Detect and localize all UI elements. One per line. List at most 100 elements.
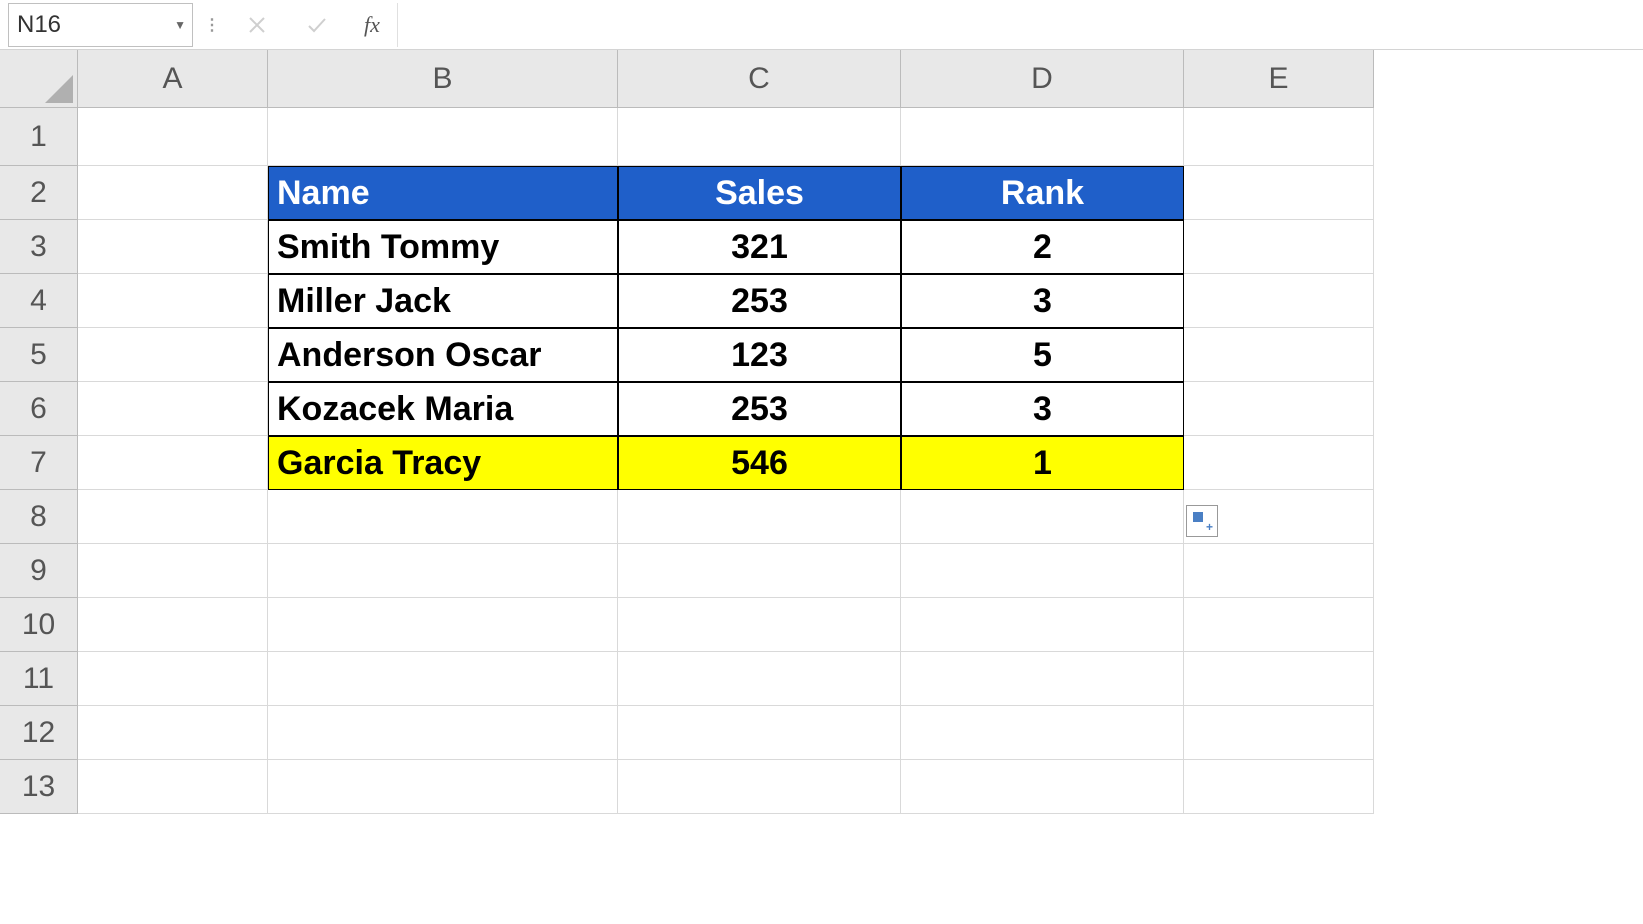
cell-D5[interactable]: 5 xyxy=(901,328,1184,382)
cell-D13[interactable] xyxy=(901,760,1184,814)
cell-E1[interactable] xyxy=(1184,108,1374,166)
fx-label[interactable]: fx xyxy=(347,3,397,47)
row-header-5[interactable]: 5 xyxy=(0,328,78,382)
row-header-8[interactable]: 8 xyxy=(0,490,78,544)
row-header-12[interactable]: 12 xyxy=(0,706,78,760)
cells-grid[interactable]: NameSalesRank Smith Tommy3212 Miller Jack2… xyxy=(78,108,1374,814)
cell-A13[interactable] xyxy=(78,760,268,814)
cell-A12[interactable] xyxy=(78,706,268,760)
cell-E5[interactable] xyxy=(1184,328,1374,382)
auto-fill-icon xyxy=(1193,512,1211,530)
cancel-button[interactable] xyxy=(227,3,287,47)
table-row xyxy=(78,490,1374,544)
cell-C1[interactable] xyxy=(618,108,901,166)
cell-E12[interactable] xyxy=(1184,706,1374,760)
row-header-11[interactable]: 11 xyxy=(0,652,78,706)
cell-A10[interactable] xyxy=(78,598,268,652)
cell-A7[interactable] xyxy=(78,436,268,490)
cell-B5[interactable]: Anderson Oscar xyxy=(268,328,618,382)
cell-D10[interactable] xyxy=(901,598,1184,652)
column-header-E[interactable]: E xyxy=(1184,50,1374,108)
row-header-10[interactable]: 10 xyxy=(0,598,78,652)
cell-C12[interactable] xyxy=(618,706,901,760)
cell-A2[interactable] xyxy=(78,166,268,220)
cell-A9[interactable] xyxy=(78,544,268,598)
cell-B1[interactable] xyxy=(268,108,618,166)
cell-C6[interactable]: 253 xyxy=(618,382,901,436)
column-headers: ABCDE xyxy=(78,50,1374,108)
row-header-4[interactable]: 4 xyxy=(0,274,78,328)
formula-input[interactable] xyxy=(397,3,1643,47)
cell-D11[interactable] xyxy=(901,652,1184,706)
cell-C3[interactable]: 321 xyxy=(618,220,901,274)
table-row: Garcia Tracy5461 xyxy=(78,436,1374,490)
row-header-6[interactable]: 6 xyxy=(0,382,78,436)
cell-B10[interactable] xyxy=(268,598,618,652)
cell-E2[interactable] xyxy=(1184,166,1374,220)
row-header-13[interactable]: 13 xyxy=(0,760,78,814)
select-all-corner[interactable] xyxy=(0,50,78,108)
cell-C7[interactable]: 546 xyxy=(618,436,901,490)
cell-E4[interactable] xyxy=(1184,274,1374,328)
cell-D7[interactable]: 1 xyxy=(901,436,1184,490)
table-row: Kozacek Maria2533 xyxy=(78,382,1374,436)
column-header-B[interactable]: B xyxy=(268,50,618,108)
cell-D9[interactable] xyxy=(901,544,1184,598)
row-header-7[interactable]: 7 xyxy=(0,436,78,490)
row-header-2[interactable]: 2 xyxy=(0,166,78,220)
row-header-1[interactable]: 1 xyxy=(0,108,78,166)
name-box[interactable]: N16 ▼ xyxy=(8,3,193,47)
cell-D1[interactable] xyxy=(901,108,1184,166)
cell-B12[interactable] xyxy=(268,706,618,760)
cell-B11[interactable] xyxy=(268,652,618,706)
cell-E10[interactable] xyxy=(1184,598,1374,652)
chevron-down-icon[interactable]: ▼ xyxy=(174,18,186,32)
cell-C9[interactable] xyxy=(618,544,901,598)
cell-B2[interactable]: Name xyxy=(268,166,618,220)
cell-A4[interactable] xyxy=(78,274,268,328)
cell-E7[interactable] xyxy=(1184,436,1374,490)
cell-A1[interactable] xyxy=(78,108,268,166)
cell-B8[interactable] xyxy=(268,490,618,544)
auto-fill-options-button[interactable] xyxy=(1186,505,1218,537)
cell-E3[interactable] xyxy=(1184,220,1374,274)
cell-A3[interactable] xyxy=(78,220,268,274)
enter-button[interactable] xyxy=(287,3,347,47)
table-row xyxy=(78,760,1374,814)
cell-C4[interactable]: 253 xyxy=(618,274,901,328)
cell-B7[interactable]: Garcia Tracy xyxy=(268,436,618,490)
cell-B13[interactable] xyxy=(268,760,618,814)
cell-D2[interactable]: Rank xyxy=(901,166,1184,220)
cell-D3[interactable]: 2 xyxy=(901,220,1184,274)
column-header-A[interactable]: A xyxy=(78,50,268,108)
cell-D12[interactable] xyxy=(901,706,1184,760)
cell-D6[interactable]: 3 xyxy=(901,382,1184,436)
cell-A5[interactable] xyxy=(78,328,268,382)
cell-E13[interactable] xyxy=(1184,760,1374,814)
table-row xyxy=(78,108,1374,166)
select-all-triangle-icon xyxy=(45,75,73,103)
cell-A11[interactable] xyxy=(78,652,268,706)
cell-C13[interactable] xyxy=(618,760,901,814)
column-header-D[interactable]: D xyxy=(901,50,1184,108)
cell-E9[interactable] xyxy=(1184,544,1374,598)
cell-B3[interactable]: Smith Tommy xyxy=(268,220,618,274)
cell-A8[interactable] xyxy=(78,490,268,544)
cell-C2[interactable]: Sales xyxy=(618,166,901,220)
table-row xyxy=(78,706,1374,760)
cell-C11[interactable] xyxy=(618,652,901,706)
cell-B9[interactable] xyxy=(268,544,618,598)
row-header-3[interactable]: 3 xyxy=(0,220,78,274)
cell-E6[interactable] xyxy=(1184,382,1374,436)
cell-E11[interactable] xyxy=(1184,652,1374,706)
cell-D4[interactable]: 3 xyxy=(901,274,1184,328)
cell-D8[interactable] xyxy=(901,490,1184,544)
cell-C10[interactable] xyxy=(618,598,901,652)
cell-B4[interactable]: Miller Jack xyxy=(268,274,618,328)
cell-A6[interactable] xyxy=(78,382,268,436)
cell-C8[interactable] xyxy=(618,490,901,544)
cell-C5[interactable]: 123 xyxy=(618,328,901,382)
cell-B6[interactable]: Kozacek Maria xyxy=(268,382,618,436)
row-header-9[interactable]: 9 xyxy=(0,544,78,598)
column-header-C[interactable]: C xyxy=(618,50,901,108)
